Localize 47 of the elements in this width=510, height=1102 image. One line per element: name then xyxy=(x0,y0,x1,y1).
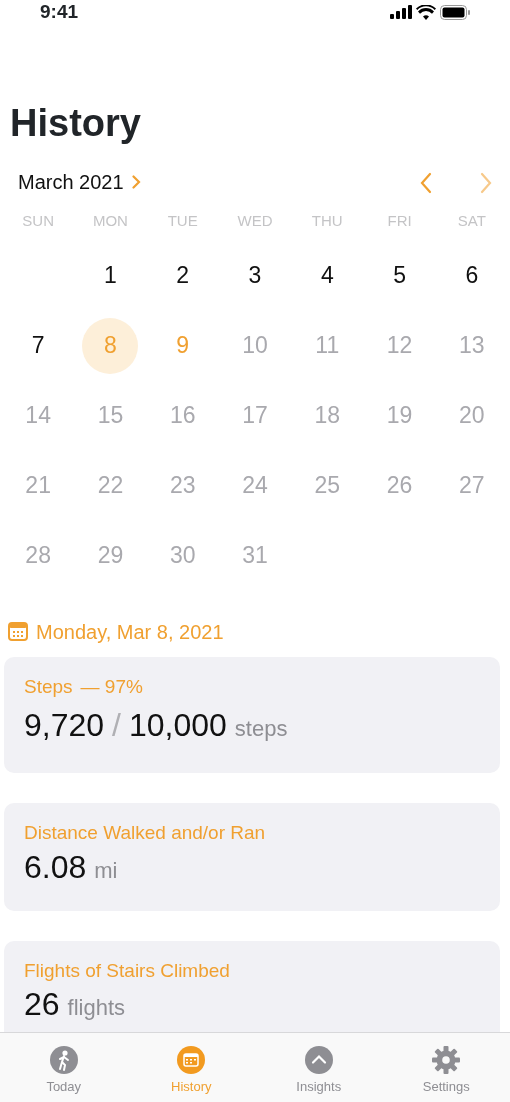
metric-value: 6.08 xyxy=(24,847,87,886)
previous-month-button[interactable] xyxy=(420,170,432,194)
weekday-label: SUN xyxy=(21,211,55,231)
day-button[interactable]: 4 xyxy=(299,247,356,304)
weekday-label: TUE xyxy=(166,211,199,231)
day-button[interactable]: 3 xyxy=(227,247,283,304)
chevron-right-icon xyxy=(131,175,141,189)
day-button[interactable]: 1 xyxy=(82,247,139,304)
chevron-up-icon xyxy=(303,1045,334,1075)
selected-date: Monday, Mar 8, 2021 xyxy=(36,619,224,645)
metric-value: 26 xyxy=(24,985,60,1023)
weekday-label: MON xyxy=(91,211,129,231)
weekday-label: WED xyxy=(236,211,274,231)
metric-unit: flights xyxy=(67,994,126,1022)
metric-unit: steps xyxy=(234,715,288,743)
day-button[interactable]: 2 xyxy=(154,247,211,304)
status-time: 9:41 xyxy=(40,1,79,23)
wifi-icon xyxy=(416,4,436,20)
metric-title: Distance Walked and/or Ran xyxy=(24,821,266,845)
next-month-button[interactable] xyxy=(480,170,492,194)
day-button[interactable]: 7 xyxy=(10,317,67,374)
page-title: History xyxy=(10,101,142,146)
separator: / xyxy=(112,706,121,745)
settings-icon xyxy=(431,1045,462,1075)
day-button[interactable]: 5 xyxy=(371,247,428,304)
tab[interactable]: Insights xyxy=(296,1041,342,1102)
calendar-icon xyxy=(176,1045,207,1075)
day-button[interactable]: 8 xyxy=(82,317,139,374)
weekday-label: THU xyxy=(310,211,344,231)
day-button[interactable]: 6 xyxy=(443,247,500,304)
metric-title: Flights of Stairs Climbed xyxy=(24,958,230,983)
weekday-label: FRI xyxy=(386,211,413,231)
tab[interactable]: Settings xyxy=(422,1041,470,1102)
weekday-label: SAT xyxy=(456,211,487,231)
calendar-icon xyxy=(8,622,28,641)
month-button[interactable]: March 2021 xyxy=(18,167,141,197)
tab[interactable]: History xyxy=(171,1041,212,1102)
tab[interactable]: Today xyxy=(46,1041,82,1102)
metric-unit: mi xyxy=(94,856,118,885)
metric-value: 9,720 xyxy=(24,706,105,744)
battery-icon xyxy=(440,4,470,20)
walking-figure-icon xyxy=(48,1045,79,1075)
day-button[interactable]: 9 xyxy=(154,317,211,374)
goal-percent: — 97% xyxy=(80,674,143,699)
metric-title: Steps xyxy=(24,674,73,699)
signal-icon xyxy=(390,5,412,19)
goal-value: 10,000 xyxy=(128,706,227,744)
